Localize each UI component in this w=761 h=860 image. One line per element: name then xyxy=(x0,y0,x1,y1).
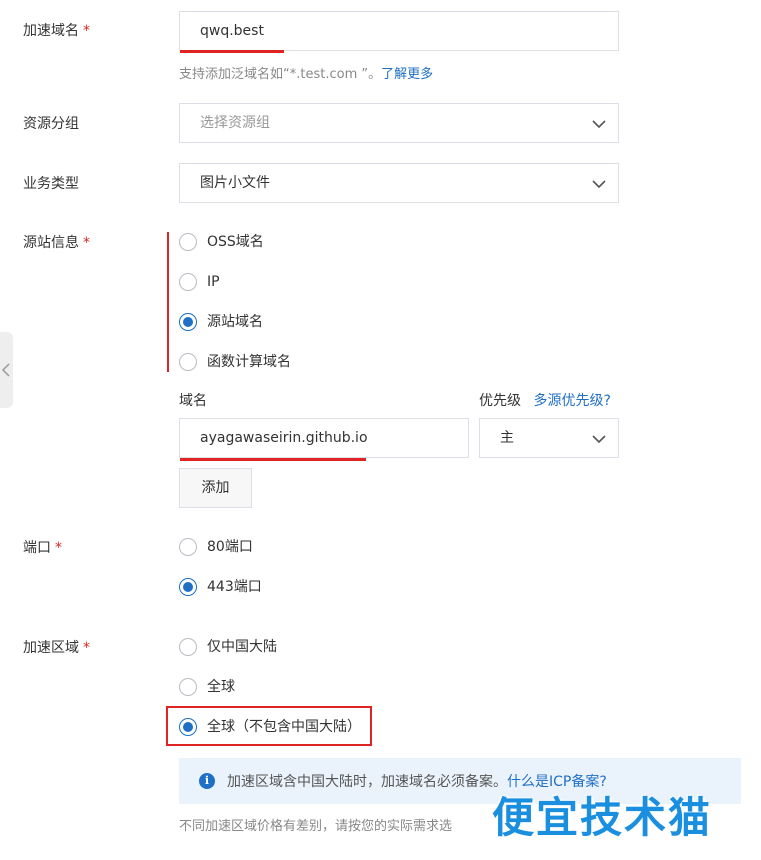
chevron-left-icon xyxy=(1,363,10,377)
origin-domain-input[interactable]: ayagawaseirin.github.io xyxy=(179,418,469,458)
business-type-value: 图片小文件 xyxy=(200,175,270,191)
radio-button[interactable] xyxy=(179,678,197,696)
origin-option-origin-domain[interactable]: 源站域名 xyxy=(179,312,263,332)
resource-group-select[interactable]: 选择资源组 xyxy=(179,103,619,143)
radio-label: 源站域名 xyxy=(207,314,263,330)
origin-label: 源站信息 * xyxy=(23,235,90,251)
resource-group-placeholder: 选择资源组 xyxy=(200,115,270,131)
multi-origin-priority-help-link[interactable]: 多源优先级? xyxy=(533,393,610,409)
radio-button-selected[interactable] xyxy=(179,578,197,596)
origin-option-ip[interactable]: IP xyxy=(179,272,220,292)
chevron-down-icon xyxy=(592,435,606,444)
radio-button-selected[interactable] xyxy=(179,313,197,331)
sidebar-collapse-tab[interactable] xyxy=(0,332,13,408)
port-label: 端口 * xyxy=(23,540,62,556)
price-hint: 不同加速区域价格有差别，请按您的实际需求选 xyxy=(179,819,453,834)
business-type-select[interactable]: 图片小文件 xyxy=(179,163,619,203)
radio-button[interactable] xyxy=(179,273,197,291)
radio-label: 443端口 xyxy=(207,579,262,595)
info-icon: i xyxy=(199,773,215,789)
origin-option-function-compute[interactable]: 函数计算域名 xyxy=(179,352,291,372)
radio-label: 函数计算域名 xyxy=(207,354,291,370)
domain-highlight-underline xyxy=(180,50,284,53)
radio-button[interactable] xyxy=(179,538,197,556)
region-option-global[interactable]: 全球 xyxy=(179,677,235,697)
required-mark: * xyxy=(83,235,90,251)
radio-label: OSS域名 xyxy=(207,234,264,250)
region-option-global-excl-mainland[interactable]: 全球（不包含中国大陆） xyxy=(179,717,361,737)
business-type-label: 业务类型 xyxy=(23,176,79,192)
origin-domain-column-label: 域名 xyxy=(179,393,207,409)
region-label: 加速区域 * xyxy=(23,640,90,656)
origin-domain-value: ayagawaseirin.github.io xyxy=(200,430,368,446)
required-mark: * xyxy=(83,640,90,656)
radio-button[interactable] xyxy=(179,638,197,656)
priority-column-label: 优先级 多源优先级? xyxy=(479,393,611,409)
required-mark: * xyxy=(55,540,62,556)
priority-select[interactable]: 主 xyxy=(479,418,619,458)
resource-group-label: 资源分组 xyxy=(23,116,79,132)
radio-button[interactable] xyxy=(179,353,197,371)
domain-hint: 支持添加泛域名如“*.test.com ”。了解更多 xyxy=(179,67,434,82)
add-origin-button[interactable]: 添加 xyxy=(179,468,252,508)
radio-button-selected[interactable] xyxy=(179,718,197,736)
icp-info-text: 加速区域含中国大陆时，加速域名必须备案。 xyxy=(227,774,507,790)
radio-label: 全球（不包含中国大陆） xyxy=(207,719,361,735)
domain-label: 加速域名 * xyxy=(23,23,90,39)
required-mark: * xyxy=(83,23,90,39)
origin-highlight-bar xyxy=(167,232,169,372)
radio-label: 80端口 xyxy=(207,539,253,555)
radio-label: 全球 xyxy=(207,679,235,695)
learn-more-link[interactable]: 了解更多 xyxy=(381,67,433,82)
radio-label: 仅中国大陆 xyxy=(207,639,277,655)
domain-input-value: qwq.best xyxy=(200,23,264,39)
watermark-logo: 便宜技术猫 xyxy=(492,793,713,842)
chevron-down-icon xyxy=(592,180,606,189)
origin-option-oss[interactable]: OSS域名 xyxy=(179,232,264,252)
domain-input[interactable]: qwq.best xyxy=(179,11,619,51)
chevron-down-icon xyxy=(592,120,606,129)
port-option-80[interactable]: 80端口 xyxy=(179,537,253,557)
radio-label: IP xyxy=(207,274,220,290)
port-option-443[interactable]: 443端口 xyxy=(179,577,262,597)
priority-value: 主 xyxy=(500,430,514,446)
origin-domain-highlight-underline xyxy=(180,458,366,461)
radio-button[interactable] xyxy=(179,233,197,251)
region-option-mainland[interactable]: 仅中国大陆 xyxy=(179,637,277,657)
